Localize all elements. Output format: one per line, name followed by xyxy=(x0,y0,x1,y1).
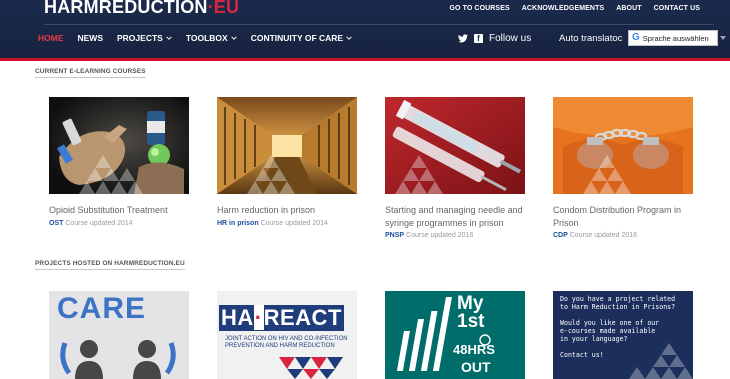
course-image-hr-in-prison[interactable] xyxy=(217,97,357,194)
course-card-hr-in-prison[interactable]: Harm reduction in prison HR in prison Co… xyxy=(217,97,362,227)
top-link-go-to-courses[interactable]: GO TO COURSES xyxy=(449,5,509,12)
course-meta-ost: OST Course updated 2014 xyxy=(49,220,194,227)
chevron-down-icon xyxy=(166,36,172,40)
facebook-icon[interactable]: f xyxy=(474,34,483,43)
course-card-ost[interactable]: Opioid Substitution Treatment OST Course… xyxy=(49,97,194,227)
nav-continuity-of-care[interactable]: CONTINUITY OF CARE xyxy=(251,33,352,43)
course-updated: Course updated 2016 xyxy=(406,232,474,239)
course-code[interactable]: PNSP xyxy=(385,232,404,239)
nav-news-label: NEWS xyxy=(77,33,104,43)
chevron-down-icon xyxy=(230,36,237,40)
top-link-contact-us[interactable]: CONTACT US xyxy=(654,5,700,12)
header-accent-line xyxy=(0,58,730,61)
project-tile-care[interactable]: CARE xyxy=(49,291,189,379)
course-updated: Course updated 2016 xyxy=(569,232,638,239)
logo-part-harm: HARM xyxy=(44,0,99,17)
course-code[interactable]: HR in prison xyxy=(217,220,259,227)
site-header: HARMREDUCTION·EU GO TO COURSES ACKNOWLED… xyxy=(0,0,730,61)
triangle-pattern-icon xyxy=(629,343,693,379)
my-first-text: My 1st xyxy=(457,294,485,332)
language-select[interactable]: G Sprache auswählen xyxy=(628,30,718,46)
course-code[interactable]: CDP xyxy=(553,232,568,239)
project-tile-ha-react[interactable]: HA·REACT JOINT ACTION ON HIV AND CO-INFE… xyxy=(217,291,357,379)
google-icon: G xyxy=(632,32,640,43)
course-image-cdp[interactable] xyxy=(553,97,693,194)
nav-news[interactable]: NEWS xyxy=(78,33,104,43)
course-updated: Course updated 2014 xyxy=(260,219,328,227)
follow-us-link[interactable]: Follow us xyxy=(489,33,531,44)
logo-part-eu: ·EU xyxy=(207,0,240,17)
course-image-pnsp[interactable] xyxy=(385,97,525,194)
out-text: OUT xyxy=(461,359,491,375)
course-code[interactable]: OST xyxy=(49,220,63,227)
triangle-pattern-icon xyxy=(279,357,343,379)
nav-continuity-label: CONTINUITY OF CARE xyxy=(250,33,344,43)
chevron-down-icon xyxy=(346,36,352,40)
nav-home[interactable]: HOME xyxy=(38,33,64,43)
twitter-icon[interactable] xyxy=(458,34,468,43)
bars-graphic-icon xyxy=(396,297,491,371)
course-card-cdp[interactable]: Condom Distribution Program in Prison CD… xyxy=(553,97,698,239)
project-tile-my-1st-48hrs-out[interactable]: My 1st 48HRS OUT xyxy=(385,291,525,379)
header-separator xyxy=(44,24,714,25)
top-links: GO TO COURSES ACKNOWLEDGEMENTS ABOUT CON… xyxy=(449,5,700,12)
top-link-acknowledgements[interactable]: ACKNOWLEDGEMENTS xyxy=(522,5,605,12)
projects-section-title: PROJECTS HOSTED ON HARMREDUCTION.EU xyxy=(35,260,185,270)
main-nav: HOME NEWS PROJECTS TOOLBOX CONTINUITY OF… xyxy=(38,33,352,43)
people-icon xyxy=(60,340,176,379)
course-meta-pnsp: PNSP Course updated 2016 xyxy=(385,232,530,239)
project-tile-contact-cta[interactable]: Do you have a project related to Harm Re… xyxy=(553,291,693,379)
language-select-value: Sprache auswählen xyxy=(642,33,709,43)
nav-projects[interactable]: PROJECTS xyxy=(117,33,172,43)
social-links: f Follow us xyxy=(458,33,531,44)
course-title-cdp[interactable]: Condom Distribution Program in Prison xyxy=(553,204,698,229)
nav-toolbox[interactable]: TOOLBOX xyxy=(186,33,237,43)
48hrs-text: 48HRS xyxy=(453,342,495,357)
dropdown-arrow-icon[interactable] xyxy=(720,36,726,40)
course-card-pnsp[interactable]: Starting and managing needle and syringe… xyxy=(385,97,530,239)
auto-translate-label: Auto translatoc xyxy=(559,33,623,44)
course-title-ost[interactable]: Opioid Substitution Treatment xyxy=(49,204,194,217)
course-meta-hr-in-prison: HR in prison Course updated 2014 xyxy=(217,220,362,227)
top-link-about[interactable]: ABOUT xyxy=(616,5,641,12)
course-meta-cdp: CDP Course updated 2016 xyxy=(553,232,698,239)
courses-section-title: CURRENT E-LEARNING COURSES xyxy=(35,68,146,78)
course-updated: Course updated 2014 xyxy=(65,219,133,227)
my-first-line2: 1st xyxy=(457,311,485,332)
nav-projects-label: PROJECTS xyxy=(117,33,163,43)
course-title-pnsp[interactable]: Starting and managing needle and syringe… xyxy=(385,204,530,229)
site-logo[interactable]: HARMREDUCTION·EU xyxy=(44,0,239,18)
nav-toolbox-label: TOOLBOX xyxy=(185,33,228,43)
logo-part-reduction: REDUCTION xyxy=(98,0,208,17)
course-title-hr-in-prison[interactable]: Harm reduction in prison xyxy=(217,204,362,217)
nav-home-label: HOME xyxy=(38,33,64,43)
course-image-ost[interactable] xyxy=(49,97,189,194)
